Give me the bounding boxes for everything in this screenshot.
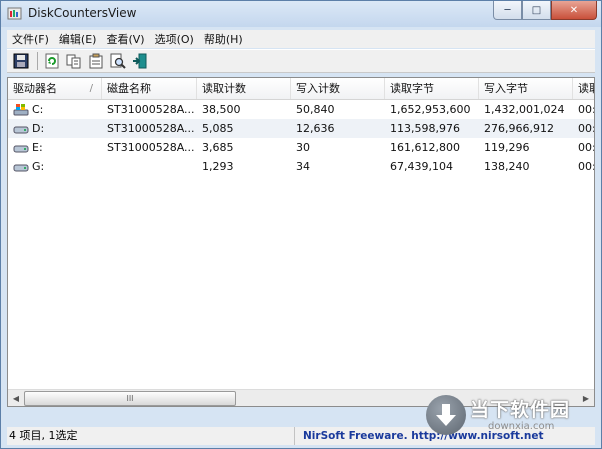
drive-name: G:	[32, 160, 45, 173]
disk-name	[102, 157, 197, 176]
minimize-icon: ─	[504, 4, 511, 16]
window-title: DiskCountersView	[28, 6, 137, 20]
drive-icon	[13, 145, 29, 152]
read-extra: 00:	[578, 122, 595, 135]
find-button[interactable]	[108, 51, 128, 71]
scroll-thumb[interactable]: III	[24, 391, 236, 406]
menu-help[interactable]: 帮助(H)	[199, 31, 248, 47]
scroll-grip: III	[126, 394, 134, 403]
write-count: 50,840	[296, 103, 335, 116]
read-bytes: 161,612,800	[390, 141, 460, 154]
list-header: 驱动器名 / 磁盘名称 读取计数 写入计数 读取字节 写入字节 读取	[8, 78, 594, 100]
write-bytes: 1,432,001,024	[484, 103, 565, 116]
system-drive-icon	[13, 103, 29, 115]
write-bytes: 138,240	[484, 160, 530, 173]
disk-name: ST31000528A...	[107, 103, 195, 116]
write-bytes: 276,966,912	[484, 122, 554, 135]
drive-name: C:	[32, 103, 44, 116]
save-button[interactable]	[11, 51, 31, 71]
title-bar[interactable]: DiskCountersView ─ □ ✕	[1, 1, 601, 27]
properties-icon	[89, 53, 103, 69]
watermark: 当下软件园 downxia.com	[426, 393, 596, 437]
menu-edit[interactable]: 编辑(E)	[54, 31, 102, 47]
refresh-icon	[45, 53, 59, 69]
table-row[interactable]: C: ST31000528A... 38,500 50,840 1,652,95…	[8, 100, 595, 119]
column-read-bytes[interactable]: 读取字节	[385, 78, 479, 99]
read-bytes: 113,598,976	[390, 122, 460, 135]
menu-file[interactable]: 文件(F)	[7, 31, 54, 47]
disk-name: ST31000528A...	[107, 122, 195, 135]
maximize-icon: □	[531, 4, 542, 16]
copy-icon	[66, 54, 81, 69]
list-rows: C: ST31000528A... 38,500 50,840 1,652,95…	[8, 100, 595, 176]
download-icon	[426, 395, 466, 435]
write-bytes: 119,296	[484, 141, 530, 154]
read-extra: 00:	[578, 160, 595, 173]
watermark-text: 当下软件园	[470, 399, 571, 421]
table-row[interactable]: G: 1,293 34 67,439,104 138,240 00:	[8, 157, 595, 176]
read-count: 1,293	[202, 160, 234, 173]
app-window: DiskCountersView ─ □ ✕ 文件(F) 编辑(E) 查看(V)…	[0, 0, 602, 449]
app-icon	[7, 7, 22, 20]
read-extra: 00:	[578, 103, 595, 116]
menu-view[interactable]: 查看(V)	[101, 31, 149, 47]
menu-options[interactable]: 选项(O)	[150, 31, 199, 47]
drive-name: E:	[32, 141, 43, 154]
exit-button[interactable]	[130, 51, 150, 71]
watermark-url: downxia.com	[488, 421, 555, 432]
refresh-button[interactable]	[42, 51, 62, 71]
status-item-count: 4 项目, 1选定	[7, 427, 295, 445]
copy-button[interactable]	[64, 51, 84, 71]
column-disk-name[interactable]: 磁盘名称	[102, 78, 197, 99]
chevron-left-icon: ◀	[12, 393, 20, 403]
toolbar	[7, 49, 595, 73]
save-icon	[13, 53, 29, 69]
find-icon	[110, 53, 126, 69]
column-write-bytes[interactable]: 写入字节	[479, 78, 573, 99]
column-read-extra[interactable]: 读取	[573, 78, 594, 99]
read-count: 3,685	[202, 141, 234, 154]
close-icon: ✕	[569, 4, 579, 16]
toolbar-separator	[37, 52, 38, 70]
column-read-count[interactable]: 读取计数	[197, 78, 291, 99]
maximize-button[interactable]: □	[522, 1, 551, 20]
read-count: 5,085	[202, 122, 234, 135]
table-row[interactable]: D: ST31000528A... 5,085 12,636 113,598,9…	[8, 119, 595, 138]
write-count: 12,636	[296, 122, 335, 135]
scroll-left-button[interactable]: ◀	[8, 390, 24, 406]
read-bytes: 67,439,104	[390, 160, 453, 173]
drive-icon	[13, 126, 29, 133]
drive-icon	[13, 164, 29, 171]
exit-icon	[133, 53, 147, 69]
disk-list[interactable]: 驱动器名 / 磁盘名称 读取计数 写入计数 读取字节 写入字节 读取 C:	[7, 77, 595, 407]
read-bytes: 1,652,953,600	[390, 103, 471, 116]
column-drive-name[interactable]: 驱动器名 /	[8, 78, 102, 99]
close-button[interactable]: ✕	[551, 1, 597, 20]
read-count: 38,500	[202, 103, 241, 116]
sort-icon: /	[89, 83, 93, 94]
disk-name: ST31000528A...	[107, 141, 195, 154]
write-count: 30	[296, 141, 310, 154]
column-write-count[interactable]: 写入计数	[291, 78, 385, 99]
table-row[interactable]: E: ST31000528A... 3,685 30 161,612,800 1…	[8, 138, 595, 157]
menu-bar: 文件(F) 编辑(E) 查看(V) 选项(O) 帮助(H)	[7, 30, 595, 48]
write-count: 34	[296, 160, 310, 173]
drive-name: D:	[32, 122, 45, 135]
minimize-button[interactable]: ─	[493, 1, 522, 20]
properties-button[interactable]	[86, 51, 106, 71]
read-extra: 00:	[578, 141, 595, 154]
